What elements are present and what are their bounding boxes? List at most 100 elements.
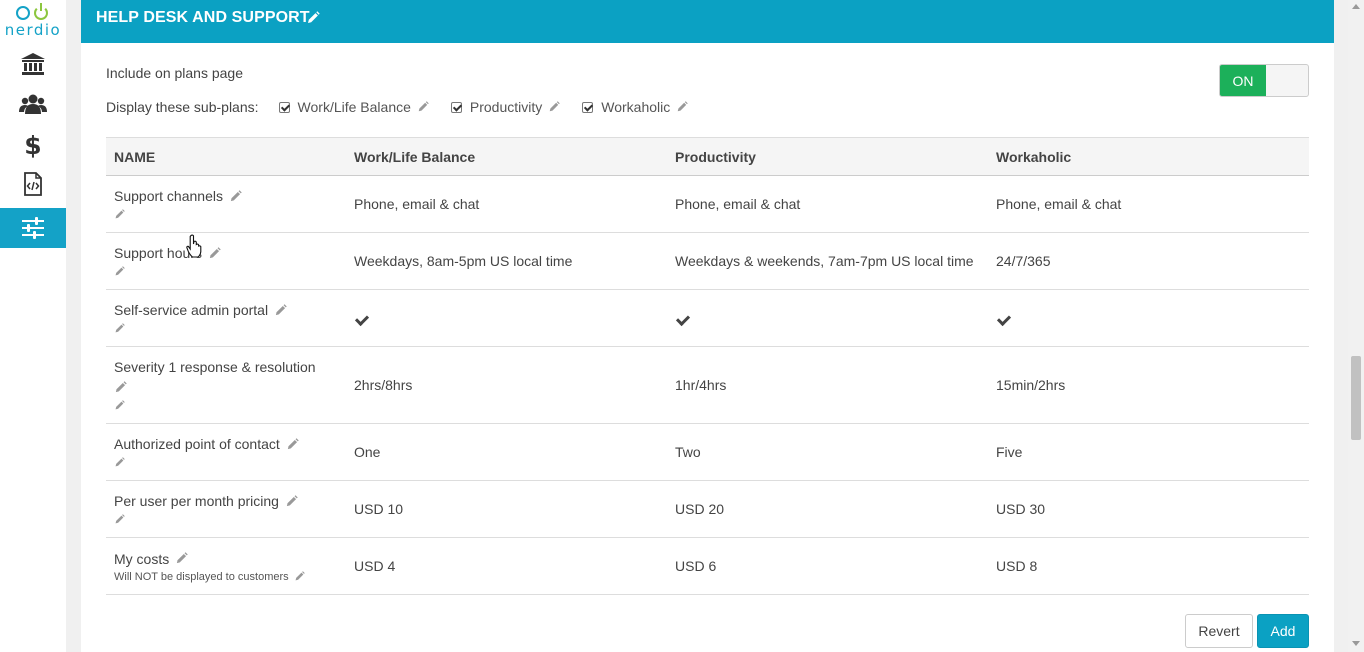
subplan-checkbox[interactable] bbox=[582, 101, 594, 113]
pencil-icon[interactable] bbox=[417, 101, 429, 113]
cell-productivity: Phone, email & chat bbox=[667, 175, 988, 233]
feature-name: Support channels bbox=[114, 188, 223, 204]
feature-name-cell: Per user per month pricing bbox=[106, 480, 346, 538]
cell-work-life-balance: 2hrs/8hrs bbox=[346, 346, 667, 424]
include-toggle[interactable]: ON bbox=[1219, 64, 1309, 97]
pencil-icon[interactable] bbox=[229, 189, 242, 203]
pencil-icon[interactable] bbox=[114, 209, 125, 220]
pencil-icon[interactable] bbox=[175, 552, 188, 565]
check-icon bbox=[675, 311, 691, 327]
table-row: Support hours Weekdays, 8am-5pm US local… bbox=[106, 232, 1309, 290]
cell-productivity: 1hr/4hrs bbox=[667, 346, 988, 424]
cell-workaholic: 15min/2hrs bbox=[988, 346, 1309, 424]
cell-workaholic: USD 8 bbox=[988, 537, 1309, 595]
cell-work-life-balance bbox=[346, 289, 667, 347]
cell-workaholic: 24/7/365 bbox=[988, 232, 1309, 290]
check-icon bbox=[354, 311, 370, 327]
table-row: My costs Will NOT be displayed to custom… bbox=[106, 537, 1309, 595]
cell-productivity bbox=[667, 289, 988, 347]
include-on-plans-label: Include on plans page bbox=[106, 65, 243, 81]
feature-name-cell: My costs Will NOT be displayed to custom… bbox=[106, 537, 346, 595]
sidebar-item-bank[interactable] bbox=[0, 44, 66, 84]
subplan-productivity: Productivity bbox=[450, 99, 560, 115]
feature-name: Severity 1 response & resolution bbox=[114, 359, 316, 375]
subplan-label: Productivity bbox=[469, 99, 543, 115]
logo-mark-icon bbox=[4, 3, 62, 22]
cell-workaholic: Phone, email & chat bbox=[988, 175, 1309, 233]
hand-cursor-icon bbox=[186, 234, 202, 258]
subplans-row: Display these sub-plans: Work/Life Balan… bbox=[106, 99, 710, 115]
add-button[interactable]: Add bbox=[1257, 614, 1309, 648]
sidebar-item-users[interactable] bbox=[0, 84, 66, 124]
toggle-on-label: ON bbox=[1220, 65, 1266, 96]
table-row: Per user per month pricing USD 10 USD 20… bbox=[106, 480, 1309, 538]
nerdio-logo[interactable]: nerdio bbox=[4, 3, 62, 39]
sidebar: nerdio $ bbox=[0, 0, 66, 652]
cell-productivity: USD 6 bbox=[667, 537, 988, 595]
feature-name-cell: Self-service admin portal bbox=[106, 289, 346, 347]
pencil-icon[interactable] bbox=[285, 494, 298, 508]
pencil-icon[interactable] bbox=[286, 437, 299, 451]
table-row: Authorized point of contact One Two Five bbox=[106, 423, 1309, 481]
pencil-icon[interactable] bbox=[294, 571, 305, 582]
pencil-icon[interactable] bbox=[114, 266, 125, 277]
cell-productivity: Weekdays & weekends, 7am-7pm US local ti… bbox=[667, 232, 988, 290]
header-workaholic: Workaholic bbox=[988, 137, 1309, 176]
feature-name: Self-service admin portal bbox=[114, 302, 269, 318]
dollar-icon: $ bbox=[24, 132, 41, 158]
features-table: NAME Work/Life Balance Productivity Work… bbox=[106, 137, 1309, 595]
feature-name-cell: Authorized point of contact bbox=[106, 423, 346, 481]
pencil-icon[interactable] bbox=[114, 457, 125, 468]
svg-text:$: $ bbox=[24, 132, 41, 158]
feature-name-cell: Support channels bbox=[106, 175, 346, 233]
feature-name-cell: Support hours bbox=[106, 232, 346, 290]
table-row: Severity 1 response & resolution 2hrs/8h… bbox=[106, 346, 1309, 424]
scroll-down-arrow-icon[interactable] bbox=[1352, 641, 1360, 646]
header-name: NAME bbox=[106, 137, 346, 176]
pencil-icon[interactable] bbox=[114, 381, 127, 394]
cell-workaholic bbox=[988, 289, 1309, 347]
check-icon bbox=[996, 311, 1012, 327]
cell-workaholic: USD 30 bbox=[988, 480, 1309, 538]
revert-button[interactable]: Revert bbox=[1185, 614, 1253, 648]
page-scrollbar[interactable] bbox=[1348, 0, 1364, 652]
cell-productivity: Two bbox=[667, 423, 988, 481]
feature-note: Will NOT be displayed to customers bbox=[114, 570, 289, 583]
header-work-life-balance: Work/Life Balance bbox=[346, 137, 667, 176]
sidebar-item-billing[interactable]: $ bbox=[0, 125, 66, 165]
pencil-icon[interactable] bbox=[114, 400, 125, 411]
logo-text: nerdio bbox=[4, 21, 62, 39]
scroll-up-arrow-icon[interactable] bbox=[1352, 4, 1360, 9]
feature-name-cell: Severity 1 response & resolution bbox=[106, 346, 346, 424]
cell-work-life-balance: Weekdays, 8am-5pm US local time bbox=[346, 232, 667, 290]
code-file-icon bbox=[24, 172, 42, 196]
subplan-checkbox[interactable] bbox=[450, 101, 462, 113]
cell-work-life-balance: USD 10 bbox=[346, 480, 667, 538]
subplan-label: Workaholic bbox=[601, 99, 671, 115]
users-icon bbox=[19, 94, 47, 114]
section-header: HELP DESK AND SUPPORT bbox=[81, 0, 1334, 43]
sidebar-item-code[interactable] bbox=[0, 164, 66, 204]
sidebar-item-settings[interactable] bbox=[0, 208, 66, 248]
pencil-icon[interactable] bbox=[274, 303, 287, 317]
cell-work-life-balance: USD 4 bbox=[346, 537, 667, 595]
subplans-label: Display these sub-plans: bbox=[106, 99, 259, 115]
section-title: HELP DESK AND SUPPORT bbox=[96, 9, 310, 26]
pencil-icon[interactable] bbox=[548, 101, 560, 113]
feature-name: My costs bbox=[114, 550, 170, 567]
pencil-icon[interactable] bbox=[676, 101, 688, 113]
pencil-icon[interactable] bbox=[114, 323, 125, 334]
pencil-icon[interactable] bbox=[114, 514, 125, 525]
subplan-work-life-balance: Work/Life Balance bbox=[278, 99, 429, 115]
pencil-icon[interactable] bbox=[208, 246, 221, 260]
feature-name: Authorized point of contact bbox=[114, 436, 280, 452]
section-panel: Include on plans page ON Display these s… bbox=[81, 43, 1334, 652]
table-row: Support channels Phone, email & chat Pho… bbox=[106, 175, 1309, 233]
subplan-workaholic: Workaholic bbox=[582, 99, 688, 115]
scroll-thumb[interactable] bbox=[1351, 356, 1361, 440]
table-header-row: NAME Work/Life Balance Productivity Work… bbox=[106, 137, 1309, 176]
table-row: Self-service admin portal bbox=[106, 289, 1309, 347]
pencil-icon[interactable] bbox=[306, 11, 320, 25]
subplan-checkbox[interactable] bbox=[278, 101, 290, 113]
header-productivity: Productivity bbox=[667, 137, 988, 176]
